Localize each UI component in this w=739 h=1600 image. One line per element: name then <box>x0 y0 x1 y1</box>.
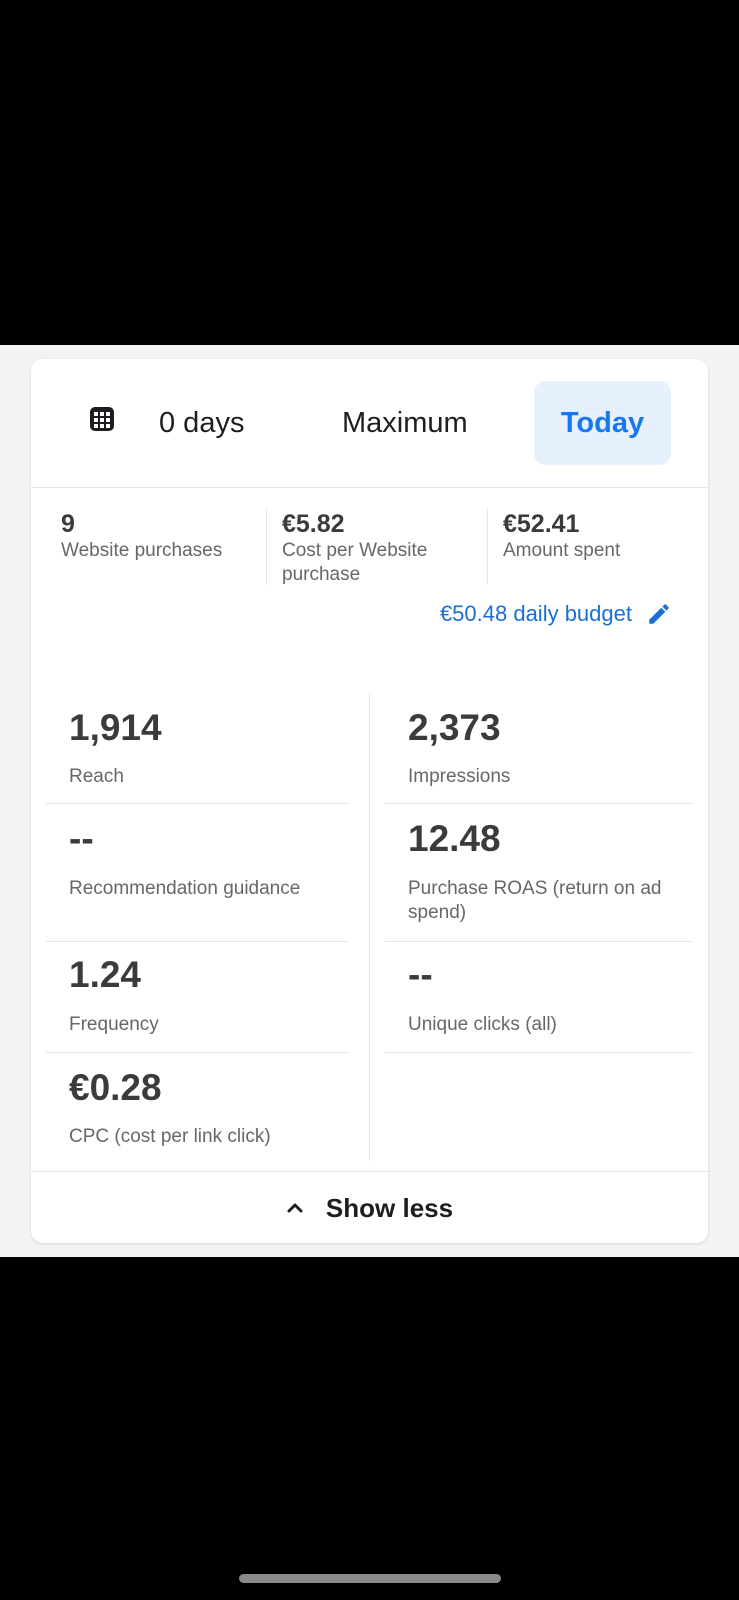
summary-value: €52.41 <box>503 510 580 538</box>
summary-cost-per-purchase: €5.82 Cost per Website purchase <box>282 509 477 589</box>
metric-purchase-roas[interactable]: 12.48 Purchase ROAS (return on ad spend) <box>385 804 687 941</box>
summary-label: Website purchases <box>61 540 223 561</box>
metric-label: Purchase ROAS (return on ad spend) <box>408 878 662 923</box>
metric-value: €0.28 <box>69 1067 162 1108</box>
calendar-grid-icon[interactable] <box>88 405 116 433</box>
metric-recommendation-guidance[interactable]: -- Recommendation guidance <box>46 804 348 941</box>
metric-label: Unique clicks (all) <box>408 1014 557 1035</box>
metric-value: 1,914 <box>69 707 162 748</box>
metric-unique-clicks[interactable]: -- Unique clicks (all) <box>385 942 687 1052</box>
daily-budget-label: €50.48 daily budget <box>439 601 632 626</box>
date-range-tabs: 0 days Maximum Today <box>31 359 708 488</box>
daily-budget-link[interactable]: €50.48 daily budget <box>440 599 672 629</box>
summary-divider <box>266 509 267 585</box>
summary-value: 9 <box>61 510 75 538</box>
summary-website-purchases: 9 Website purchases <box>61 509 261 589</box>
metrics-center-divider <box>369 693 370 1161</box>
metric-value: 1.24 <box>69 954 142 995</box>
metric-frequency[interactable]: 1.24 Frequency <box>46 942 348 1052</box>
metric-label: Impressions <box>408 766 511 787</box>
tab-today[interactable]: Today <box>534 381 671 465</box>
metric-reach[interactable]: 1,914 Reach <box>46 693 348 803</box>
summary-label: Cost per Website purchase <box>282 540 428 585</box>
show-less-button[interactable]: Show less <box>31 1171 708 1243</box>
tab-maximum[interactable]: Maximum <box>342 381 468 465</box>
chevron-up-icon <box>287 1203 303 1213</box>
insights-panel: 0 days Maximum Today 9 Website purchases… <box>0 345 739 1257</box>
metric-cpc[interactable]: €0.28 CPC (cost per link click) <box>46 1053 348 1163</box>
home-indicator[interactable] <box>239 1574 501 1583</box>
metric-label: CPC (cost per link click) <box>69 1126 271 1147</box>
metric-value: -- <box>408 954 433 995</box>
metric-value: -- <box>69 818 94 859</box>
tab-30-days[interactable]: 0 days <box>159 381 244 465</box>
metric-label: Frequency <box>69 1014 159 1035</box>
summary-value: €5.82 <box>282 510 345 538</box>
metric-label: Reach <box>69 766 124 787</box>
pencil-edit-icon[interactable] <box>646 601 672 627</box>
metric-value: 12.48 <box>408 818 501 859</box>
row-divider <box>385 1052 693 1053</box>
summary-label: Amount spent <box>503 540 621 561</box>
insights-card: 0 days Maximum Today 9 Website purchases… <box>31 359 708 1243</box>
metric-impressions[interactable]: 2,373 Impressions <box>385 693 687 803</box>
summary-divider <box>487 509 488 585</box>
show-less-label: Show less <box>325 1192 454 1223</box>
metric-value: 2,373 <box>408 707 501 748</box>
summary-amount-spent: €52.41 Amount spent <box>503 509 693 589</box>
metric-label: Recommendation guidance <box>69 878 301 899</box>
